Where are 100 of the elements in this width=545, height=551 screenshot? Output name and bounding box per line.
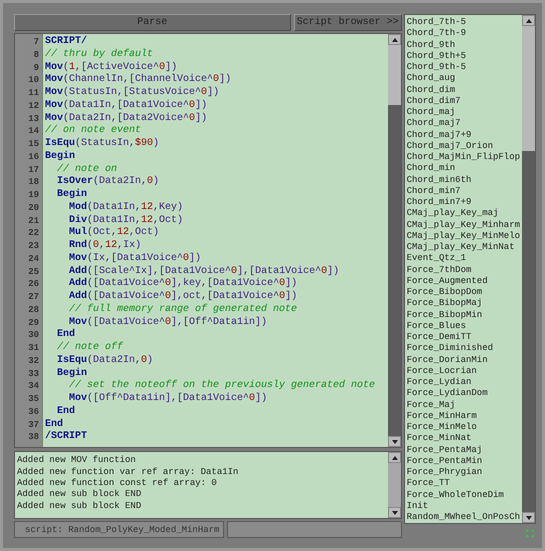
code-line: Add([Scale^Ix],[Data1Voice^0],[Data1Voice^0]) bbox=[68, 266, 340, 276]
line-number: 23 bbox=[27, 240, 40, 253]
code-line: Begin bbox=[56, 189, 88, 200]
line-number: 25 bbox=[27, 266, 40, 278]
script-list-item[interactable]: Force_PentaMaj bbox=[404, 444, 522, 456]
code-line: Mov(Ix,[Data1Voice^0]) bbox=[68, 252, 202, 264]
script-list-item[interactable]: CMaj_play_Key_maj bbox=[404, 208, 522, 220]
line-number: 19 bbox=[27, 189, 40, 202]
script-list-item[interactable]: Init bbox=[404, 500, 522, 512]
script-list-item[interactable]: Force_MinMelo bbox=[404, 422, 522, 434]
script-list-item[interactable]: Force_WholeToneDim bbox=[404, 490, 522, 501]
code-line: Mov([Data1Voice^0],[Off^Data1in]) bbox=[68, 316, 268, 328]
script-list-item[interactable]: Force_LydianDom bbox=[404, 388, 522, 400]
code-line: Mov(Data1In,[Data1Voice^0]) bbox=[45, 100, 208, 111]
script-list-item[interactable]: CMaj_play_Key_Minharm bbox=[404, 220, 522, 231]
script-list-item[interactable]: Chord_min bbox=[404, 163, 522, 174]
code-line: // thru by default bbox=[45, 48, 154, 60]
script-list-item[interactable]: Force_Phrygian bbox=[404, 467, 522, 478]
line-number: 8 bbox=[32, 48, 40, 62]
line-number: 13 bbox=[27, 112, 40, 126]
script-list-item[interactable]: Force_Blues bbox=[404, 320, 522, 332]
code-line: Mod(Data1In,12,Key) bbox=[68, 202, 184, 213]
line-number: 10 bbox=[27, 74, 40, 87]
script-list-item[interactable]: Chord_MajMin_FlipFlop bbox=[404, 152, 522, 164]
code-line: Div(Data1In,12,Oct) bbox=[68, 214, 184, 226]
script-list-item[interactable]: Force_TT bbox=[404, 478, 522, 490]
line-number: 18 bbox=[27, 176, 40, 189]
script-list-item[interactable]: Chord_dim bbox=[404, 84, 522, 96]
script-list-item[interactable]: Force_DemiTT bbox=[404, 332, 522, 344]
line-number: 29 bbox=[27, 316, 40, 330]
script-list-item[interactable]: Chord_dim7 bbox=[404, 96, 522, 107]
script-list-item[interactable]: Force_Maj bbox=[404, 400, 522, 411]
script-list-item[interactable]: Force_PentaMin bbox=[404, 456, 522, 467]
line-number: 11 bbox=[27, 87, 40, 100]
line-number: 22 bbox=[27, 227, 40, 240]
line-number: 27 bbox=[27, 291, 40, 304]
code-line: Rnd(0,12,Ix) bbox=[68, 240, 142, 251]
script-list-item[interactable]: Chord_7th-9 bbox=[404, 28, 522, 40]
script-list-item[interactable]: Chord_maj7_Orion bbox=[404, 140, 522, 152]
code-line: Mul(Oct,12,Oct) bbox=[68, 227, 160, 238]
code-line: // note off bbox=[56, 342, 124, 353]
script-list-item[interactable]: Force_BibopDom bbox=[404, 287, 522, 298]
line-number: 26 bbox=[27, 278, 40, 291]
line-number: 15 bbox=[27, 138, 40, 151]
code-line: Mov(ChannelIn,[ChannelVoice^0]) bbox=[45, 74, 232, 86]
code-line: IsEqu(Data2In,0) bbox=[56, 354, 154, 366]
script-list-item[interactable]: Chord_min7+9 bbox=[404, 197, 522, 208]
code-line: End bbox=[56, 329, 76, 340]
line-number: 14 bbox=[27, 125, 40, 138]
script-list-item[interactable]: Chord_min6th bbox=[404, 174, 522, 186]
script-list-item[interactable]: Force_MinHarm bbox=[404, 410, 522, 422]
script-list-item[interactable]: Event_Qtz_1 bbox=[404, 253, 522, 264]
code-line: IsEqu(StatusIn,$90) bbox=[45, 138, 160, 149]
script-list-item[interactable]: Force_Augmented bbox=[404, 276, 522, 287]
script-list-item[interactable]: Force_BibopMaj bbox=[404, 298, 522, 310]
line-number: 37 bbox=[27, 418, 40, 432]
script-list-item[interactable]: Chord_9th+5 bbox=[404, 50, 522, 62]
code-line: /SCRIPT bbox=[45, 431, 88, 442]
script-list-item[interactable]: Chord_9th bbox=[404, 40, 522, 51]
line-number: 38 bbox=[27, 431, 40, 444]
script-list-item[interactable]: Force_BibopMin bbox=[404, 310, 522, 321]
script-list-item[interactable]: Chord_aug bbox=[404, 73, 522, 84]
script-list-item[interactable]: Force_Diminished bbox=[404, 343, 522, 354]
line-number: 32 bbox=[27, 354, 40, 368]
line-number: 7 bbox=[32, 36, 40, 49]
code-line: Add([Data1Voice^0],key,[Data1Voice^0]) bbox=[68, 278, 298, 290]
script-list-item[interactable]: Chord_9th-5 bbox=[404, 62, 522, 74]
line-number: 35 bbox=[27, 393, 40, 406]
script-list-item[interactable]: Force_Locrian bbox=[404, 366, 522, 377]
line-number: 24 bbox=[27, 252, 40, 266]
script-list-item[interactable]: CMaj_play_Key_MinMelo bbox=[404, 230, 522, 242]
line-number: 31 bbox=[27, 342, 40, 355]
code-line: Mov(1,[ActiveVoice^0]) bbox=[45, 62, 178, 72]
scrollbar[interactable] bbox=[522, 15, 535, 524]
script-list-item[interactable]: CMaj_play_Key_MinNat bbox=[404, 242, 522, 254]
script-list-item[interactable]: Chord_7th-5 bbox=[404, 17, 522, 28]
line-number: 12 bbox=[27, 100, 40, 112]
line-number: 20 bbox=[27, 202, 40, 214]
line-number: 16 bbox=[27, 150, 40, 164]
code-line: // full memory range of generated note bbox=[68, 304, 298, 315]
line-number: 21 bbox=[27, 214, 40, 228]
script-list-item[interactable]: Chord_maj bbox=[404, 107, 522, 118]
code-line: // note on bbox=[56, 164, 118, 174]
line-number: 30 bbox=[27, 329, 40, 342]
log-message: Added new sub block END bbox=[17, 500, 142, 512]
log-message: Added new function const ref array: 0 bbox=[17, 478, 218, 490]
script-list-item[interactable]: Force_7thDom bbox=[404, 264, 522, 276]
line-number: 33 bbox=[27, 368, 40, 380]
script-list-item[interactable]: Chord_maj7 bbox=[404, 118, 522, 130]
script-list-item[interactable]: Random_MWheel_OnPosCh bbox=[404, 512, 522, 524]
script-list-item[interactable]: Force_MinNat bbox=[404, 433, 522, 444]
script-list-item[interactable]: Force_DorianMin bbox=[404, 354, 522, 366]
scrollbar[interactable] bbox=[388, 34, 401, 448]
scrollbar[interactable] bbox=[388, 452, 401, 518]
script-list-item[interactable]: Chord_min7 bbox=[404, 186, 522, 197]
log-message: Added new function var ref array: Data1In bbox=[17, 466, 240, 478]
script-list-item[interactable]: Chord_maj7+9 bbox=[404, 130, 522, 141]
code-line: Mov([Off^Data1in],[Data1Voice^0]) bbox=[68, 393, 268, 404]
line-number: 28 bbox=[27, 304, 40, 316]
script-list-item[interactable]: Force_Lydian bbox=[404, 377, 522, 388]
